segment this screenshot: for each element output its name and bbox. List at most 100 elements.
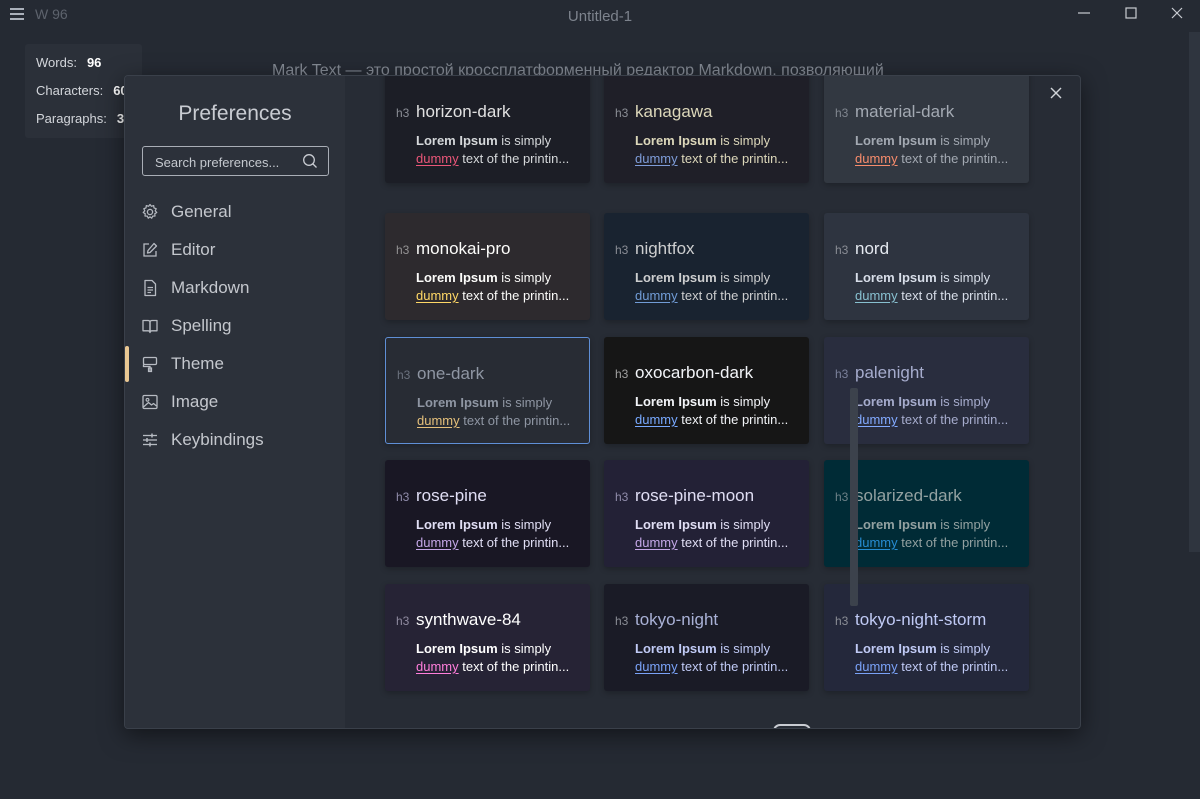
theme-name: rose-pine (416, 486, 487, 505)
sample-rest-text: is simply (716, 641, 771, 656)
theme-card-material-dark[interactable]: h3 material-dark Lorem Ipsum is simply dumm… (824, 76, 1029, 183)
theme-card-monokai-pro[interactable]: h3 monokai-pro Lorem Ipsum is simply dummy … (385, 213, 590, 320)
sample-rest-text: is simply (716, 517, 771, 532)
sample-bold-text: Lorem Ipsum (417, 395, 499, 410)
sidebar-item-general[interactable]: General (125, 197, 345, 227)
sample-link-text: dummy (635, 535, 678, 550)
sidebar-item-markdown[interactable]: Markdown (125, 273, 345, 303)
sample-bold-text: Lorem Ipsum (635, 517, 717, 532)
sample-line-1: Lorem Ipsum is simply (635, 133, 770, 148)
theme-card-rose-pine-moon[interactable]: h3 rose-pine-moon Lorem Ipsum is simply dum… (604, 460, 809, 567)
sidebar-item-spelling[interactable]: Spelling (125, 311, 345, 341)
theme-card-one-dark[interactable]: h3 one-dark Lorem Ipsum is simply dummy tex… (385, 337, 590, 444)
heading-tag: h3 (835, 243, 849, 257)
image-icon (142, 394, 158, 410)
theme-card-horizon-dark[interactable]: h3 horizon-dark Lorem Ipsum is simply dummy… (385, 76, 590, 183)
heading-tag: h3 (615, 367, 629, 381)
heading-tag: h3 (615, 243, 629, 257)
sidebar-item-theme[interactable]: Theme (125, 346, 345, 382)
sample-line-2: dummy text of the printin... (855, 151, 1008, 166)
editor-scrollbar[interactable] (1189, 32, 1200, 552)
sample-tail-text: text of the printin... (897, 412, 1009, 427)
sample-line-1: Lorem Ipsum is simply (855, 641, 990, 656)
theme-card-synthwave-84[interactable]: h3 synthwave-84 Lorem Ipsum is simply dummy… (385, 584, 590, 691)
sample-link-text: dummy (416, 535, 459, 550)
sample-bold-text: Lorem Ipsum (635, 270, 717, 285)
theme-card-oxocarbon-dark[interactable]: h3 oxocarbon-dark Lorem Ipsum is simply dum… (604, 337, 809, 444)
sample-tail-text: text of the printin... (677, 288, 789, 303)
sidebar-item-editor[interactable]: Editor (125, 235, 345, 265)
document-icon (144, 279, 157, 297)
heading-tag: h3 (835, 614, 849, 628)
theme-name: rose-pine-moon (635, 486, 755, 505)
sample-line-1: Lorem Ipsum is simply (855, 394, 990, 409)
sample-tail-text: text of the printin... (458, 288, 570, 303)
sample-tail-text: text of the printin... (897, 288, 1009, 303)
sample-line-2: dummy text of the printin... (416, 535, 569, 550)
sample-line-2: dummy text of the printin... (635, 151, 788, 166)
heading-tag: h3 (397, 368, 411, 382)
theme-card-rose-pine[interactable]: h3 rose-pine Lorem Ipsum is simply dummy te… (385, 460, 590, 567)
sample-link-text: dummy (635, 288, 678, 303)
sample-link-text: dummy (635, 151, 678, 166)
theme-icon (142, 356, 158, 373)
sample-tail-text: text of the printin... (677, 659, 789, 674)
theme-card-kanagawa[interactable]: h3 kanagawa Lorem Ipsum is simply dummy tex… (604, 76, 809, 183)
sample-link-text: dummy (855, 535, 898, 550)
theme-name: horizon-dark (416, 102, 511, 121)
heading-tag: h3 (615, 614, 629, 628)
sample-line-2: dummy text of the printin... (635, 535, 788, 550)
sample-link-text: dummy (635, 659, 678, 674)
sample-bold-text: Lorem Ipsum (855, 641, 937, 656)
heading-tag: h3 (835, 367, 849, 381)
sample-rest-text: is simply (936, 394, 991, 409)
sample-line-2: dummy text of the printin... (635, 659, 788, 674)
theme-card-tokyo-night[interactable]: h3 tokyo-night Lorem Ipsum is simply dummy … (604, 584, 809, 691)
theme-card-nightfox[interactable]: h3 nightfox Lorem Ipsum is simply dummy tex… (604, 213, 809, 320)
sample-bold-text: Lorem Ipsum (416, 517, 498, 532)
heading-tag: h3 (396, 106, 410, 120)
sidebar-item-label: Theme (171, 354, 224, 373)
sidebar-item-image[interactable]: Image (125, 387, 345, 417)
book-icon (142, 319, 158, 334)
sample-line-2: dummy text of the printin... (635, 412, 788, 427)
theme-name: tokyo-night (635, 610, 719, 629)
sample-bold-text: Lorem Ipsum (855, 394, 937, 409)
sample-bold-text: Lorem Ipsum (416, 133, 498, 148)
sidebar-item-label: Editor (171, 240, 216, 259)
sidebar-item-keybindings[interactable]: Keybindings (125, 425, 345, 455)
sample-line-1: Lorem Ipsum is simply (635, 517, 770, 532)
sample-link-text: dummy (416, 151, 459, 166)
sample-line-2: dummy text of the printin... (855, 288, 1008, 303)
sample-link-text: dummy (635, 412, 678, 427)
minimize-button[interactable] (1071, 6, 1097, 26)
preferences-dialog: Preferences General Editor (124, 75, 1081, 729)
sample-bold-text: Lorem Ipsum (635, 133, 717, 148)
theme-card-nord[interactable]: h3 nord Lorem Ipsum is simply dummy text of… (824, 213, 1029, 320)
sample-tail-text: text of the printin... (897, 151, 1009, 166)
sample-bold-text: Lorem Ipsum (635, 394, 717, 409)
search-preferences-input[interactable] (153, 151, 297, 173)
sidebar-item-label: Spelling (171, 316, 232, 335)
paragraphs-label: Paragraphs: (36, 111, 107, 126)
sample-bold-text: Lorem Ipsum (416, 641, 498, 656)
theme-name: one-dark (417, 364, 485, 383)
sample-rest-text: is simply (936, 641, 991, 656)
theme-name: nord (855, 239, 890, 258)
sidebar-item-label: Image (171, 392, 219, 411)
maximize-button[interactable] (1118, 6, 1144, 26)
sample-line-1: Lorem Ipsum is simply (416, 133, 551, 148)
minimize-icon (1078, 12, 1090, 14)
toggle-switch[interactable] (773, 724, 811, 728)
search-preferences-box[interactable] (142, 146, 329, 176)
search-icon[interactable] (302, 153, 318, 169)
sample-bold-text: Lorem Ipsum (855, 517, 937, 532)
close-window-button[interactable] (1164, 6, 1190, 26)
sample-tail-text: text of the printin... (458, 151, 570, 166)
sample-tail-text: text of the printin... (459, 413, 571, 428)
window-title: Untitled-1 (567, 8, 633, 25)
edit-icon (143, 242, 158, 257)
sample-line-2: dummy text of the printin... (416, 288, 569, 303)
theme-name: monokai-pro (416, 239, 511, 258)
content-scrollbar[interactable] (850, 388, 858, 606)
